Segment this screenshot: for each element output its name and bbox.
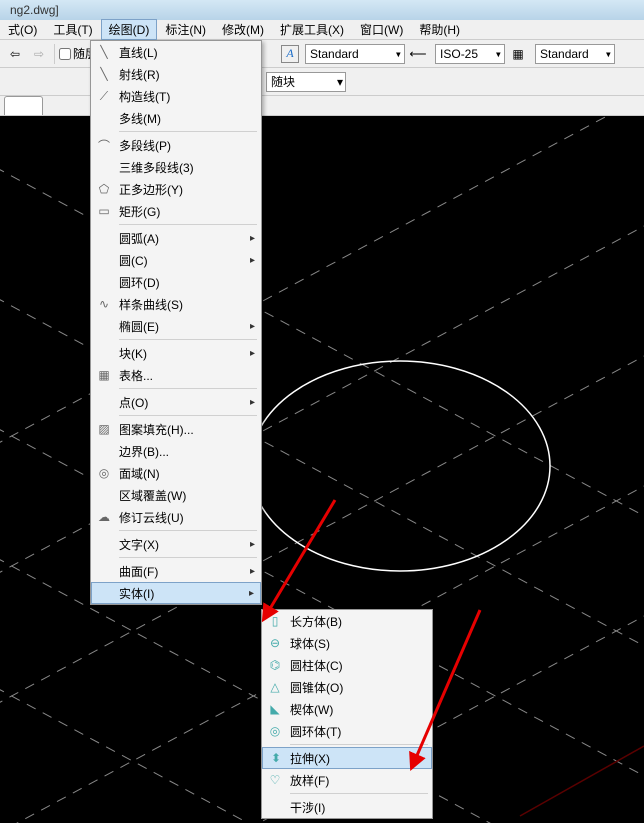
menu-solid[interactable]: 实体(I)▸ (91, 582, 261, 604)
follow-combo[interactable]: 随块 (266, 72, 346, 92)
red-line (520, 746, 644, 816)
separator (290, 793, 428, 794)
menu-region[interactable]: ◎面域(N) (91, 462, 261, 484)
submenu-loft[interactable]: ♡放样(F) (262, 769, 432, 791)
nav-back-icon[interactable]: ⇦ (4, 43, 26, 65)
sphere-icon: ⊖ (266, 634, 284, 652)
menu-block[interactable]: 块(K)▸ (91, 342, 261, 364)
rand-layer-input[interactable] (59, 48, 71, 60)
menu-draw[interactable]: 绘图(D) (101, 19, 158, 40)
ray-icon: ╲ (95, 65, 113, 83)
doc-tab-item[interactable] (4, 96, 43, 115)
submenu-arrow-icon: ▸ (250, 233, 255, 244)
title-filename: ng2.dwg] (4, 3, 65, 17)
submenu-box[interactable]: ▯长方体(B) (262, 610, 432, 632)
torus-icon: ◎ (266, 722, 284, 740)
tablestyle-icon[interactable]: ▦ (507, 43, 529, 65)
menu-polygon[interactable]: ⬠正多边形(Y) (91, 178, 261, 200)
submenu-arrow-icon: ▸ (250, 397, 255, 408)
submenu-arrow-icon: ▸ (250, 348, 255, 359)
submenu-extrude[interactable]: ⬍拉伸(X) (262, 747, 432, 769)
submenu-torus[interactable]: ◎圆环体(T) (262, 720, 432, 742)
cone-icon: △ (266, 678, 284, 696)
separator (119, 339, 257, 340)
submenu-sphere[interactable]: ⊖球体(S) (262, 632, 432, 654)
submenu-interfere[interactable]: 干涉(I) (262, 796, 432, 818)
separator (119, 388, 257, 389)
separator (119, 415, 257, 416)
menu-point[interactable]: 点(O)▸ (91, 391, 261, 413)
submenu-cylinder[interactable]: ⌬圆柱体(C) (262, 654, 432, 676)
dimstyle-icon[interactable]: ⟵ (407, 43, 429, 65)
solid-submenu: ▯长方体(B) ⊖球体(S) ⌬圆柱体(C) △圆锥体(O) ◣楔体(W) ◎圆… (261, 609, 433, 819)
menu-modify[interactable]: 修改(M) (214, 19, 272, 40)
divider (54, 44, 55, 64)
textstyle-combo[interactable]: Standard (305, 44, 405, 64)
table-icon: ▦ (95, 366, 113, 384)
submenu-arrow-icon: ▸ (250, 321, 255, 332)
menu-table[interactable]: ▦表格... (91, 364, 261, 386)
menu-circle[interactable]: 圆(C)▸ (91, 249, 261, 271)
submenu-arrow-icon: ▸ (249, 588, 254, 599)
menu-ext-tools[interactable]: 扩展工具(X) (272, 19, 352, 40)
menu-surface[interactable]: 曲面(F)▸ (91, 560, 261, 582)
menu-3dpoly[interactable]: 三维多段线(3) (91, 156, 261, 178)
tablestyle-combo[interactable]: Standard (535, 44, 615, 64)
wedge-icon: ◣ (266, 700, 284, 718)
submenu-arrow-icon: ▸ (250, 539, 255, 550)
dimstyle-combo[interactable]: ISO-25 (435, 44, 505, 64)
menu-revcloud[interactable]: ☁修订云线(U) (91, 506, 261, 528)
menu-ellipse[interactable]: 椭圆(E)▸ (91, 315, 261, 337)
hatch-icon: ▨ (95, 420, 113, 438)
spline-icon: ∿ (95, 295, 113, 313)
menu-line[interactable]: ╲直线(L) (91, 41, 261, 63)
menu-arc[interactable]: 圆弧(A)▸ (91, 227, 261, 249)
line-icon: ╲ (95, 43, 113, 61)
menu-pline[interactable]: ⌒多段线(P) (91, 134, 261, 156)
region-icon: ◎ (95, 464, 113, 482)
menu-boundary[interactable]: 边界(B)... (91, 440, 261, 462)
menu-window[interactable]: 窗口(W) (352, 19, 411, 40)
menu-bar: 式(O) 工具(T) 绘图(D) 标注(N) 修改(M) 扩展工具(X) 窗口(… (0, 20, 644, 40)
submenu-arrow-icon: ▸ (250, 255, 255, 266)
menu-help[interactable]: 帮助(H) (411, 19, 468, 40)
menu-dimension[interactable]: 标注(N) (157, 19, 214, 40)
separator (119, 131, 257, 132)
textstyle-icon[interactable]: A (281, 45, 299, 63)
separator (119, 530, 257, 531)
menu-mline[interactable]: 多线(M) (91, 107, 261, 129)
menu-tools[interactable]: 工具(T) (45, 19, 100, 40)
menu-rectangle[interactable]: ▭矩形(G) (91, 200, 261, 222)
menu-hatch[interactable]: ▨图案填充(H)... (91, 418, 261, 440)
separator (119, 224, 257, 225)
circle-entity (250, 361, 550, 571)
submenu-cone[interactable]: △圆锥体(O) (262, 676, 432, 698)
title-bar: ng2.dwg] (0, 0, 644, 20)
loft-icon: ♡ (266, 771, 284, 789)
menu-text[interactable]: 文字(X)▸ (91, 533, 261, 555)
separator (119, 557, 257, 558)
menu-wipeout[interactable]: 区域覆盖(W) (91, 484, 261, 506)
cloud-icon: ☁ (95, 508, 113, 526)
menu-ray[interactable]: ╲射线(R) (91, 63, 261, 85)
box-icon: ▯ (266, 612, 284, 630)
pline-icon: ⌒ (95, 136, 113, 154)
rect-icon: ▭ (95, 202, 113, 220)
menu-format[interactable]: 式(O) (0, 19, 45, 40)
nav-fwd-icon[interactable]: ⇨ (28, 43, 50, 65)
polygon-icon: ⬠ (95, 180, 113, 198)
extrude-icon: ⬍ (267, 749, 285, 767)
draw-menu-dropdown: ╲直线(L) ╲射线(R) ⟋构造线(T) 多线(M) ⌒多段线(P) 三维多段… (90, 40, 262, 605)
cylinder-icon: ⌬ (266, 656, 284, 674)
submenu-arrow-icon: ▸ (250, 566, 255, 577)
xline-icon: ⟋ (95, 87, 113, 105)
menu-spline[interactable]: ∿样条曲线(S) (91, 293, 261, 315)
menu-xline[interactable]: ⟋构造线(T) (91, 85, 261, 107)
menu-donut[interactable]: 圆环(D) (91, 271, 261, 293)
separator (290, 744, 428, 745)
submenu-wedge[interactable]: ◣楔体(W) (262, 698, 432, 720)
